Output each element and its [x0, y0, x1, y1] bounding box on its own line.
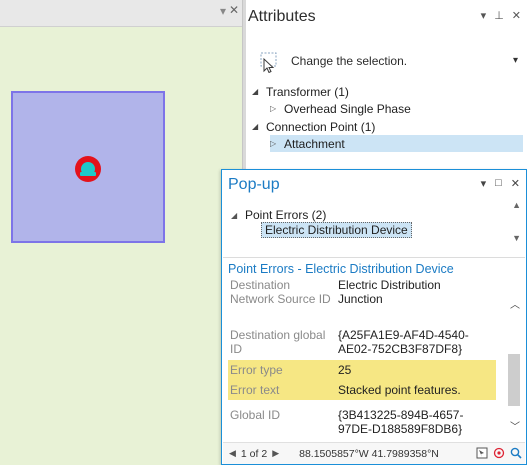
scrollbar-thumb[interactable] — [508, 354, 520, 406]
tree-item-connection-point[interactable]: ◢ Connection Point (1) — [252, 118, 375, 135]
popup-feature-list: ◢ Point Errors (2) Electric Distribution… — [223, 200, 525, 256]
field-key: Error text — [230, 383, 280, 397]
scroll-down-icon[interactable]: ﹀ — [510, 418, 520, 433]
tree-item-attachment[interactable]: ▷ Attachment — [270, 135, 523, 152]
change-selection-dropdown[interactable]: Change the selection. ▾ — [258, 46, 520, 76]
divider — [223, 257, 525, 258]
tree-item-label: Transformer (1) — [266, 84, 349, 99]
popup-window: Pop-up ▾ □ ✕ ◢ Point Errors (2) Electric… — [221, 169, 527, 465]
field-value: Junction — [338, 292, 383, 306]
attributes-title-controls: ▾ ⊥ ✕ — [481, 9, 521, 22]
feature-page-indicator: 1 of 2 — [240, 447, 268, 460]
tree-item-overhead-single-phase[interactable]: ▷ Overhead Single Phase — [270, 100, 411, 117]
options-icon[interactable]: ▾ — [481, 9, 487, 22]
expanded-arrow-icon[interactable]: ◢ — [252, 87, 266, 96]
field-row-destination: Destination Electric Distribution — [228, 278, 496, 292]
field-row-network-source-id: Network Source ID Junction — [228, 292, 496, 306]
field-key: Global ID — [230, 408, 281, 422]
pin-icon[interactable]: ⊥ — [494, 9, 504, 22]
target-icon[interactable] — [493, 447, 505, 459]
field-row-destination-global-id: Destination global ID {A25FA1E9-AF4D-454… — [228, 328, 496, 356]
field-row-error-text: Error text Stacked point features. — [228, 380, 496, 400]
statusbar-icons — [476, 447, 522, 459]
chevron-down-icon[interactable]: ▾ — [220, 4, 226, 18]
feature-group-point-errors[interactable]: ◢ Point Errors (2) — [231, 207, 326, 223]
field-value: {A25FA1E9-AF4D-4540-AE02-752CB3F87DF8} — [338, 328, 469, 356]
coordinate-readout: 88.1505857°W 41.7989358°N — [299, 447, 439, 460]
zoom-to-icon[interactable] — [510, 447, 522, 459]
device-symbol-base — [80, 172, 96, 176]
expanded-arrow-icon[interactable]: ◢ — [252, 122, 266, 131]
chevron-down-icon[interactable]: ▾ — [513, 55, 518, 66]
scroll-up-icon[interactable]: ▲ — [512, 200, 521, 210]
maximize-icon[interactable]: □ — [495, 177, 502, 190]
attributes-title: Attributes — [248, 8, 316, 25]
field-row-global-id: Global ID {3B413225-894B-4657-97DE-D1885… — [228, 408, 496, 436]
options-icon[interactable]: ▾ — [481, 177, 487, 190]
popup-title: Pop-up — [228, 176, 280, 193]
tree-item-transformer[interactable]: ◢ Transformer (1) — [252, 83, 349, 100]
field-key: Destination global ID — [230, 328, 326, 356]
field-key: Error type — [230, 363, 283, 377]
feature-group-label: Point Errors (2) — [245, 208, 327, 222]
field-row-error-type: Error type 25 — [228, 360, 496, 380]
attribute-fields: Destination Electric Distribution Networ… — [228, 278, 498, 440]
close-icon[interactable]: ✕ — [229, 3, 239, 17]
tree-item-label: Attachment — [284, 136, 345, 151]
collapsed-arrow-icon[interactable]: ▷ — [270, 139, 284, 148]
fields-scrollbar[interactable]: ︿ ﹀ — [506, 290, 522, 438]
popup-title-controls: ▾ □ ✕ — [481, 177, 520, 190]
tree-item-label: Connection Point (1) — [266, 119, 376, 134]
tree-item-label: Overhead Single Phase — [284, 101, 411, 116]
scroll-up-icon[interactable]: ︿ — [510, 296, 520, 311]
point-error-marker[interactable] — [75, 156, 101, 182]
field-value: 25 — [338, 363, 352, 377]
popup-statusbar: ◀ 1 of 2 ▶ 88.1505857°W 41.7989358°N — [223, 442, 525, 464]
field-value: Stacked point features. — [338, 383, 461, 397]
field-key: Destination — [230, 278, 291, 292]
field-value: Electric Distribution — [338, 278, 441, 292]
map-topbar: ▾ ✕ — [0, 0, 242, 27]
map-view[interactable]: ▾ ✕ — [0, 0, 242, 465]
flash-feature-icon[interactable] — [476, 447, 488, 459]
next-feature-button[interactable]: ▶ — [272, 448, 279, 459]
feature-item-label[interactable]: Electric Distribution Device — [261, 222, 412, 238]
scroll-down-icon[interactable]: ▼ — [512, 233, 521, 243]
change-selection-label: Change the selection. — [291, 54, 408, 68]
close-icon[interactable]: ✕ — [512, 9, 521, 22]
selection-cursor-icon — [258, 49, 282, 74]
popup-feature-heading: Point Errors - Electric Distribution Dev… — [228, 262, 454, 276]
field-key: Network Source ID — [230, 292, 331, 306]
previous-feature-button[interactable]: ◀ — [229, 448, 236, 459]
close-icon[interactable]: ✕ — [511, 177, 520, 190]
feature-item[interactable]: Electric Distribution Device — [261, 222, 412, 238]
field-value: {3B413225-894B-4657-97DE-D188589F8DB6} — [338, 408, 464, 436]
expanded-arrow-icon[interactable]: ◢ — [231, 211, 245, 220]
collapsed-arrow-icon[interactable]: ▷ — [270, 104, 284, 113]
